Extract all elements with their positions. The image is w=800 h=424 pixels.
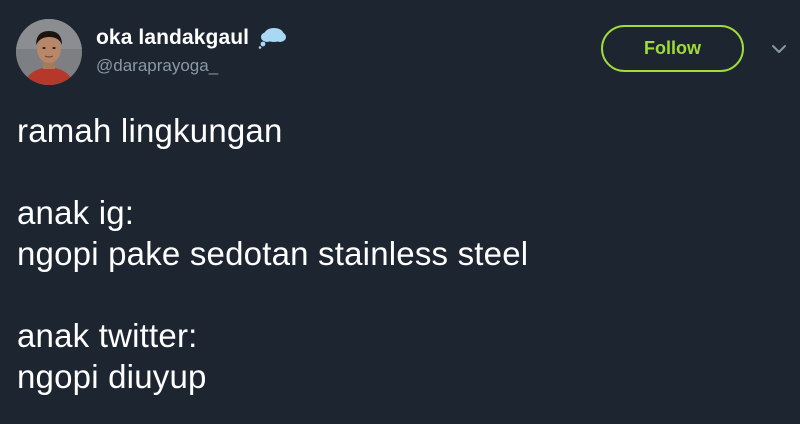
display-name-row: oka landakgaul [96,24,287,52]
display-name[interactable]: oka landakgaul [96,26,249,50]
user-handle[interactable]: @daraprayoga_ [96,56,287,76]
user-info: oka landakgaul @daraprayoga_ [96,24,287,76]
tweet-line-gap [17,151,777,192]
tweet-card: oka landakgaul @daraprayoga_ Follow rama… [0,0,800,424]
tweet-line: ngopi diuyup [17,358,207,395]
cloud-icon [257,25,287,49]
tweet-line: anak twitter: [17,317,198,354]
tweet-line: ramah lingkungan [17,112,283,149]
follow-button[interactable]: Follow [601,25,744,72]
chevron-down-icon[interactable] [770,42,788,56]
tweet-line: ngopi pake sedotan stainless steel [17,235,529,272]
tweet-line: anak ig: [17,194,135,231]
avatar[interactable] [16,19,82,85]
avatar-image [16,19,82,85]
tweet-text: ramah lingkungan anak ig: ngopi pake sed… [17,110,777,397]
tweet-line-gap [17,274,777,315]
